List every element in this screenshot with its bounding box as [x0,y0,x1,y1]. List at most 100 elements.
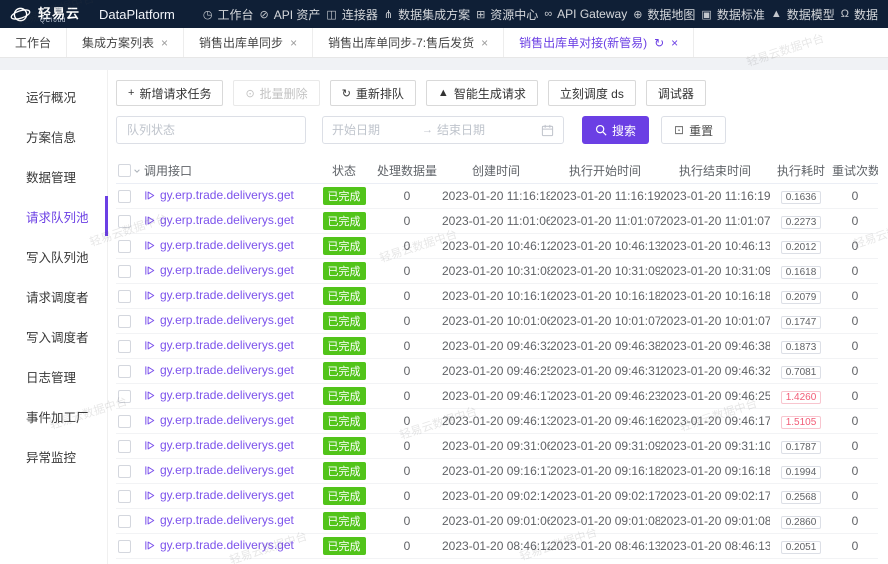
api-call-link[interactable]: gy.erp.trade.deliverys.get [144,213,294,227]
api-call-link[interactable]: gy.erp.trade.deliverys.get [144,363,294,377]
api-name: gy.erp.trade.deliverys.get [160,213,294,227]
api-call-link[interactable]: gy.erp.trade.deliverys.get [144,288,294,302]
status-badge: 已完成 [323,462,366,480]
send-icon [144,340,155,351]
close-icon[interactable]: × [481,36,488,50]
queue-status-input[interactable] [116,116,306,144]
topnav-item-gateway-link[interactable]: ∞API Gateway [544,7,627,21]
api-call-link[interactable]: gy.erp.trade.deliverys.get [144,338,294,352]
topnav-item-api-asset[interactable]: ⊘API 资产 [260,6,321,23]
api-call-link[interactable]: gy.erp.trade.deliverys.get [144,488,294,502]
api-call-link[interactable]: gy.erp.trade.deliverys.get [144,438,294,452]
tab-label: 销售出库单对接(新管易) [519,34,647,51]
table-row: gy.erp.trade.deliverys.get 已完成 0 2023-01… [116,534,878,559]
topnav-item-resource[interactable]: ⊞资源中心 [476,6,538,23]
created-time: 2023-01-20 09:01:06 [442,514,550,528]
topnav-item-bell[interactable]: Ω数据 [841,6,878,23]
tab-bar: 工作台集成方案列表×销售出库单同步×销售出库单同步-7:售后发货×销售出库单对接… [0,28,888,58]
close-icon[interactable]: × [671,36,678,50]
api-call-link[interactable]: gy.erp.trade.deliverys.get [144,463,294,477]
exec-start-time: 2023-01-20 10:01:07 [550,314,660,328]
topnav-item-data-model[interactable]: ▲数据模型 [771,6,835,23]
close-icon[interactable]: × [290,36,297,50]
topnav-item-clock[interactable]: ◷工作台 [203,6,254,23]
row-checkbox[interactable] [118,315,131,328]
row-checkbox[interactable] [118,265,131,278]
date-range-picker[interactable]: → [322,116,564,144]
sidebar-item[interactable]: 方案信息 [0,116,108,156]
api-call-link[interactable]: gy.erp.trade.deliverys.get [144,513,294,527]
api-call-link[interactable]: gy.erp.trade.deliverys.get [144,413,294,427]
api-name: gy.erp.trade.deliverys.get [160,488,294,502]
row-checkbox[interactable] [118,440,131,453]
row-checkbox[interactable] [118,290,131,303]
tab-item[interactable]: 集成方案列表 × [67,28,184,57]
table-row: gy.erp.trade.deliverys.get 已完成 0 2023-01… [116,409,878,434]
api-call-link[interactable]: gy.erp.trade.deliverys.get [144,188,294,202]
api-call-link[interactable]: gy.erp.trade.deliverys.get [144,388,294,402]
top-navigation: ◷工作台 ⊘API 资产 ◫连接器 ⋔数据集成方案 ⊞资源中心 ∞API Gateway ⊕… [203,6,878,23]
reset-button[interactable]: ⊡ 重置 [661,116,726,144]
sidebar-item[interactable]: 事件加工厂 [0,396,108,436]
schedule-now-button[interactable]: 立刻调度 ds [548,80,636,106]
refresh-icon[interactable]: ↻ [654,36,664,50]
chevron-down-icon[interactable] [133,167,141,175]
requeue-button[interactable]: ↻重新排队 [330,80,416,106]
row-checkbox[interactable] [118,190,131,203]
sidebar-item[interactable]: 请求队列池 [0,196,108,236]
close-icon[interactable]: × [161,36,168,50]
smart-generate-icon: ▲ [438,87,449,99]
row-checkbox[interactable] [118,240,131,253]
sidebar-item[interactable]: 写入调度者 [0,316,108,356]
duration-tag: 0.2273 [781,216,822,229]
sidebar-item[interactable]: 数据管理 [0,156,108,196]
api-call-link[interactable]: gy.erp.trade.deliverys.get [144,538,294,552]
plus-icon: + [128,87,134,99]
row-checkbox[interactable] [118,540,131,553]
sidebar-item[interactable]: 写入队列池 [0,236,108,276]
api-call-link[interactable]: gy.erp.trade.deliverys.get [144,238,294,252]
retry-count: 0 [832,439,878,453]
topnav-item-connector[interactable]: ◫连接器 [326,6,377,23]
api-name: gy.erp.trade.deliverys.get [160,263,294,277]
row-checkbox[interactable] [118,415,131,428]
row-checkbox[interactable] [118,490,131,503]
row-checkbox[interactable] [118,515,131,528]
tab-item[interactable]: 销售出库单对接(新管易) ↻ × [504,28,694,57]
tab-item[interactable]: 销售出库单同步× [184,28,313,57]
processed-count: 0 [372,489,442,503]
created-time: 2023-01-20 09:46:17 [442,389,550,403]
topnav-item-data-standard[interactable]: ▣数据标准 [701,6,764,23]
table-row: gy.erp.trade.deliverys.get 已完成 0 2023-01… [116,359,878,384]
row-checkbox[interactable] [118,215,131,228]
row-checkbox[interactable] [118,465,131,478]
smart-generate-button[interactable]: ▲智能生成请求 [426,80,538,106]
debugger-button[interactable]: 调试器 [646,80,706,106]
brand[interactable]: 轻易云 QCloud DataPlatform [10,4,175,25]
end-date-input[interactable] [437,123,523,137]
start-date-input[interactable] [332,123,418,137]
table-row: gy.erp.trade.deliverys.get 已完成 0 2023-01… [116,509,878,534]
status-badge: 已完成 [323,337,366,355]
api-call-link[interactable]: gy.erp.trade.deliverys.get [144,313,294,327]
tab-item[interactable]: 销售出库单同步-7:售后发货× [313,28,504,57]
send-icon [144,415,155,426]
row-checkbox[interactable] [118,365,131,378]
batch-delete-button[interactable]: ⊙批量删除 [233,80,319,106]
sidebar-item[interactable]: 请求调度者 [0,276,108,316]
sidebar-item[interactable]: 运行概况 [0,76,108,116]
api-call-link[interactable]: gy.erp.trade.deliverys.get [144,263,294,277]
sidebar-item[interactable]: 日志管理 [0,356,108,396]
tab-item[interactable]: 工作台 [0,28,67,57]
select-all-checkbox[interactable] [118,164,131,177]
topnav-item-integration[interactable]: ⋔数据集成方案 [384,6,470,23]
row-checkbox[interactable] [118,340,131,353]
row-checkbox[interactable] [118,390,131,403]
topnav-item-data-map[interactable]: ⊕数据地图 [633,6,695,23]
search-button[interactable]: 搜索 [582,116,649,144]
filter-bar: → 搜索 ⊡ 重置 [116,116,878,144]
sidebar-item[interactable]: 异常监控 [0,436,108,476]
tab-label: 集成方案列表 [82,34,154,51]
api-name: gy.erp.trade.deliverys.get [160,188,294,202]
add-request-task-button[interactable]: +新增请求任务 [116,80,223,106]
